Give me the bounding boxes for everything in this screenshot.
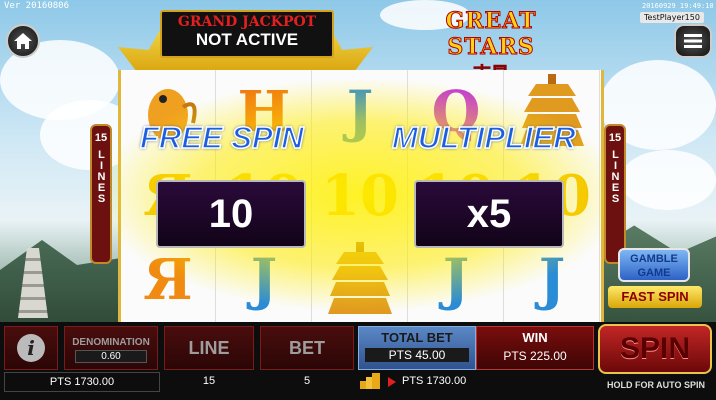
gamble-button[interactable]: GAMBLE GAME [618,248,690,282]
multiplier-value: x5 [414,180,564,248]
denomination-value: 0.60 [75,350,147,363]
jackpot-panel: GRAND JACKPOT NOT ACTIVE [160,10,334,58]
jackpot-status: NOT ACTIVE [195,30,299,49]
menu-icon [684,34,702,48]
coins-icon [360,373,380,389]
total-bet-panel: TOTAL BET PTS 45.00 [358,326,476,370]
free-spin-label: FREE SPIN [139,119,304,156]
bet-value: 5 [303,375,311,387]
logo-title: GREAT STARS [445,8,537,61]
total-bet-value: PTS 45.00 [365,348,469,362]
clock-label: 20160929 19:49:10 [642,2,714,10]
bet-button[interactable]: BET [260,326,354,370]
balance-right: PTS 1730.00 [402,375,467,387]
win-panel: WIN PTS 225.00 [476,326,594,370]
balance-left: PTS 1730.00 [4,372,160,392]
lines-word: LINES [95,149,108,204]
version-label: Ver 20160806 [4,1,70,11]
win-label: WIN [522,330,548,345]
fast-spin-button[interactable]: FAST SPIN [608,286,702,308]
home-icon [14,33,32,49]
denomination-panel[interactable]: DENOMINATION 0.60 [64,326,158,370]
lines-indicator-left: 15 LINES [90,124,112,264]
lines-indicator-right: 15 LINES [604,124,626,264]
line-label: LINE [188,338,230,358]
free-spin-count: 10 [156,180,306,248]
cloud [620,150,716,210]
lines-number: 15 [94,132,108,144]
line-button[interactable]: LINE [164,326,254,370]
jackpot-title: GRAND JACKPOT [177,14,317,30]
lines-word: LINES [609,149,622,204]
multiplier-label: MULTIPLIER [391,119,576,156]
player-name: TestPlayer150 [640,12,704,23]
lines-number: 15 [608,132,622,144]
total-bet-label: TOTAL BET [381,330,453,345]
info-icon: i [17,334,45,362]
win-value: PTS 225.00 [503,349,567,363]
bet-label: BET [289,338,325,358]
home-button[interactable] [6,24,40,58]
line-value: 15 [202,375,216,387]
spin-button[interactable]: SPIN [598,324,712,374]
denomination-label: DENOMINATION [72,337,150,348]
info-button[interactable]: i [4,326,58,370]
autospin-hint: HOLD FOR AUTO SPIN [606,380,705,390]
menu-button[interactable] [674,24,712,58]
